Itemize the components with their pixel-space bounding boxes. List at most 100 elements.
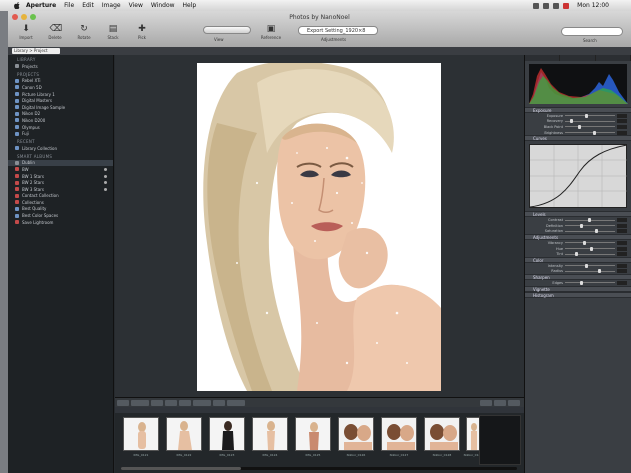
value-field[interactable] [617,124,627,129]
sidebar-item[interactable]: Fuji [8,130,113,137]
export-setting-field[interactable]: Export Setting_1920×8 [298,26,378,35]
slider[interactable] [565,223,615,228]
slider-knob[interactable] [580,280,583,285]
value-field[interactable] [617,218,627,223]
sidebar-item[interactable]: Digital Image Sample [8,104,113,111]
slider-knob[interactable] [595,229,598,234]
thumbnail[interactable]: Nikkor_0126 [336,417,376,465]
inspector-tab[interactable] [560,55,596,61]
thumbnail[interactable]: IMG_0124 [250,417,290,465]
apple-menu-icon[interactable] [14,2,20,9]
sidebar-item[interactable]: Nikon D200 [8,117,113,124]
sidebar-item[interactable]: Canon 5D [8,84,113,91]
sidebar-item[interactable]: BW 2 Stars [8,179,113,186]
slider-knob[interactable] [587,218,591,223]
sidebar-item[interactable]: Olympus [8,124,113,131]
slider-knob[interactable] [585,263,588,268]
navigator-panel[interactable] [479,415,521,465]
slider-knob[interactable] [582,240,586,245]
rotate-button[interactable]: ↻ Rotate [74,24,94,40]
menu-window[interactable]: Window [151,2,175,9]
sidebar-item[interactable]: BW 3 Stars [8,186,113,193]
stack-button[interactable]: ▤ Stack [103,24,123,40]
viewer-tool-button[interactable] [227,399,245,406]
slider-knob[interactable] [597,269,601,274]
menu-help[interactable]: Help [183,2,197,9]
wifi-icon[interactable] [543,2,550,9]
main-photo[interactable] [197,63,441,391]
viewer-tool-button[interactable] [151,399,163,406]
sidebar-item[interactable]: BW [8,166,113,173]
section-curves[interactable]: Curves [525,135,631,142]
sidebar-item[interactable]: Rebel XTi [8,78,113,85]
thumbnail[interactable]: IMG_0125 [293,417,333,465]
viewer-tool-button[interactable] [508,399,520,406]
viewer-tool-button[interactable] [213,399,225,406]
value-field[interactable] [617,130,627,135]
volume-icon[interactable] [553,2,560,9]
viewer-tool-button[interactable] [494,399,506,406]
menu-image[interactable]: Image [102,2,121,9]
slider[interactable] [565,113,615,118]
slider-knob[interactable] [580,223,583,228]
slider-knob[interactable] [577,124,581,129]
curves-graph[interactable] [529,144,628,209]
thumbnail[interactable]: IMG_0122 [164,417,204,465]
slider[interactable] [565,240,615,245]
slider-knob[interactable] [590,246,593,251]
viewer-tool-button[interactable] [480,399,492,406]
value-field[interactable] [617,263,627,268]
slider-knob[interactable] [570,119,573,124]
sidebar-item[interactable]: Save Lightroom [8,219,113,226]
sidebar-item[interactable]: Library Collection [8,145,113,152]
slider[interactable] [565,269,615,274]
slider[interactable] [565,119,615,124]
value-field[interactable] [617,269,627,274]
thumbnail[interactable]: Nikkor_0127 [379,417,419,465]
slider[interactable] [565,280,615,285]
slider-knob[interactable] [592,130,596,135]
sidebar-item[interactable]: Dublin [8,159,113,167]
sidebar-item[interactable]: Best Color Spaces [8,212,113,219]
path-field[interactable]: Library > Project [12,48,60,54]
thumbnail[interactable]: Nikkor_0128 [422,417,462,465]
sidebar-item[interactable]: Best Quality [8,206,113,213]
slider[interactable] [565,263,615,268]
value-field[interactable] [617,113,627,118]
search-input[interactable] [561,27,623,36]
section-histogram[interactable]: Histogram [525,291,631,298]
value-field[interactable] [617,229,627,234]
value-field[interactable] [617,119,627,124]
inspector-tab[interactable] [596,55,631,61]
sidebar-item[interactable]: Collections [8,199,113,206]
scrollbar-thumb[interactable] [121,467,241,470]
value-field[interactable] [617,280,627,285]
slider[interactable] [565,124,615,129]
slider[interactable] [565,252,615,257]
view-mode-segmented[interactable] [203,26,251,34]
reference-button[interactable]: ▣ Reference [256,24,286,40]
menu-edit[interactable]: Edit [82,2,94,9]
flag-icon[interactable] [563,2,570,9]
slider[interactable] [565,246,615,251]
menu-clock[interactable]: Mon 12:00 [577,2,609,9]
sidebar-item[interactable]: Picture Library 1 [8,91,113,98]
bluetooth-icon[interactable] [533,2,540,9]
inspector-tab[interactable] [525,55,561,61]
sidebar-item[interactable]: Digital Masters [8,97,113,104]
thumbnail[interactable]: IMG_0123 [207,417,247,465]
slider[interactable] [565,229,615,234]
sidebar-item[interactable]: BW 1 Stars [8,173,113,180]
sidebar-item[interactable]: Nikon D2 [8,111,113,118]
image-viewer[interactable] [115,55,524,397]
thumbnail[interactable]: IMG_0121 [121,417,161,465]
viewer-tool-button[interactable] [117,399,129,406]
value-field[interactable] [617,240,627,245]
import-button[interactable]: ⬇ Import [16,24,36,40]
viewer-tool-button[interactable] [193,399,211,406]
pick-button[interactable]: ✚ Pick [132,24,152,40]
viewer-tool-button[interactable] [131,399,149,406]
sidebar-item[interactable]: Projects [8,63,113,70]
viewer-tool-button[interactable] [179,399,191,406]
browser-scrollbar[interactable] [121,467,517,470]
